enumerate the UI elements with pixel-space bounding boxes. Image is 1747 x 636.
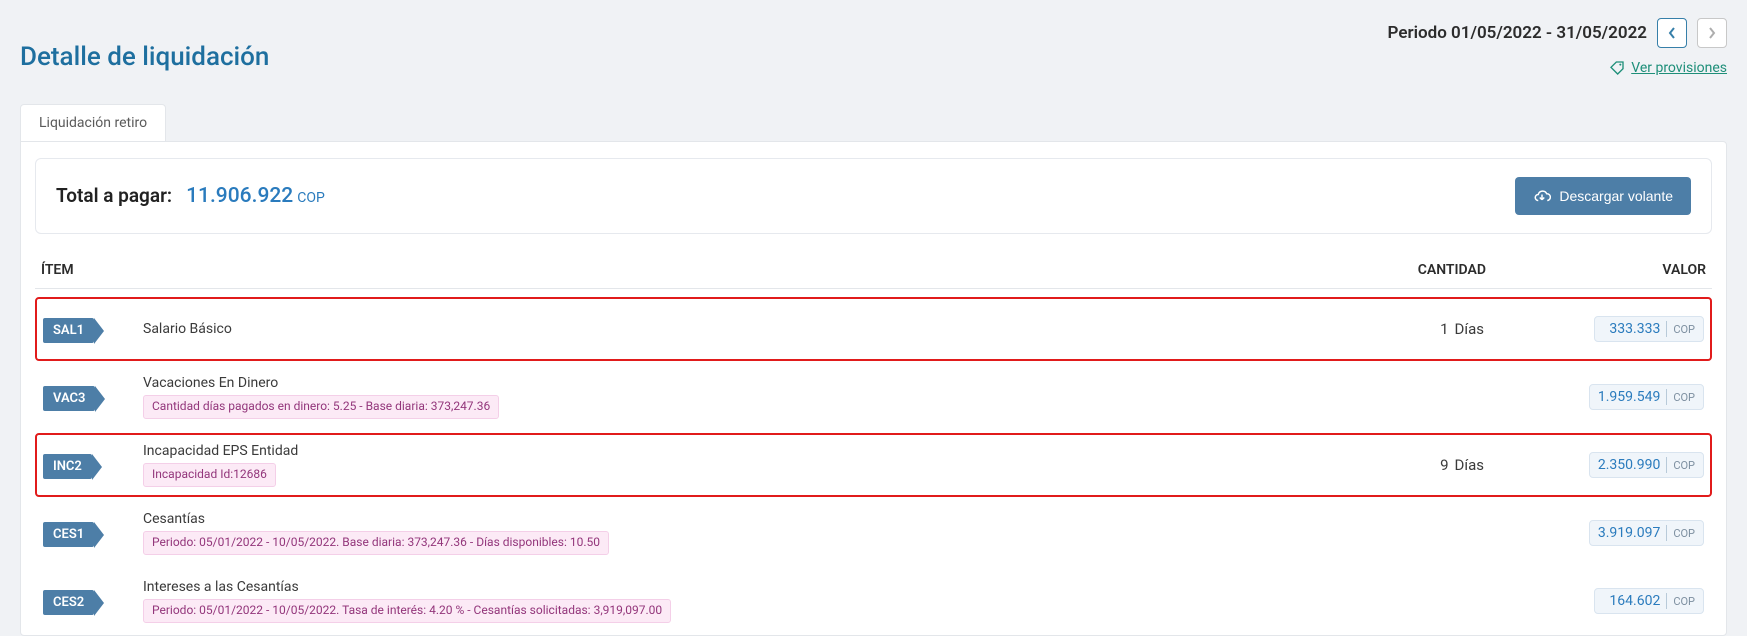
item-quantity: 1Días <box>1264 320 1484 338</box>
col-value: VALOR <box>1486 262 1706 278</box>
item-value[interactable]: 2.350.990COP <box>1589 452 1704 478</box>
table-row: CES2 Intereses a las Cesantías Periodo: 05… <box>35 569 1712 633</box>
period-label: Periodo 01/05/2022 - 31/05/2022 <box>1388 23 1647 43</box>
item-value[interactable]: 333.333COP <box>1594 316 1704 342</box>
items-table: ÍTEM CANTIDAD VALOR SAL1 Salario Básico1D… <box>35 250 1712 635</box>
period-next-button[interactable] <box>1697 18 1727 48</box>
item-value[interactable]: 3.919.097COP <box>1589 520 1704 546</box>
tab-liquidacion-retiro[interactable]: Liquidación retiro <box>20 104 166 141</box>
item-title: Intereses a las Cesantías <box>143 579 1264 595</box>
total-bar: Total a pagar: 11.906.922 COP Descargar … <box>35 158 1712 234</box>
item-code-chip: CES1 <box>43 522 94 547</box>
tag-icon <box>1609 60 1625 76</box>
item-code-chip: SAL1 <box>43 318 94 343</box>
item-code-chip: CES2 <box>43 590 94 615</box>
provisions-link-label: Ver provisiones <box>1631 60 1727 76</box>
item-code-chip: INC2 <box>43 454 92 479</box>
download-volante-label: Descargar volante <box>1559 188 1673 204</box>
item-sub-pill: Periodo: 05/01/2022 - 10/05/2022. Base d… <box>143 531 609 555</box>
total-currency: COP <box>297 190 325 206</box>
item-quantity: 9Días <box>1264 456 1484 474</box>
tabs: Liquidación retiro <box>20 104 1727 141</box>
page-title: Detalle de liquidación <box>20 42 269 72</box>
item-code-chip: VAC3 <box>43 386 95 411</box>
item-title: Salario Básico <box>143 321 1264 337</box>
provisions-link[interactable]: Ver provisiones <box>1609 60 1727 76</box>
item-value[interactable]: 1.959.549COP <box>1589 384 1704 410</box>
panel: Total a pagar: 11.906.922 COP Descargar … <box>20 141 1727 636</box>
table-row: INC2 Incapacidad EPS Entidad Incapacidad I… <box>35 433 1712 497</box>
col-item: ÍTEM <box>41 262 1266 278</box>
table-row: CES1 Cesantías Periodo: 05/01/2022 - 10/05… <box>35 501 1712 565</box>
item-sub-pill: Cantidad días pagados en dinero: 5.25 - … <box>143 395 499 419</box>
item-sub-pill: Periodo: 05/01/2022 - 10/05/2022. Tasa d… <box>143 599 671 623</box>
item-title: Vacaciones En Dinero <box>143 375 1264 391</box>
total-value: 11.906.922 <box>186 184 293 208</box>
table-row: SAL1 Salario Básico1Días 333.333COP <box>35 297 1712 361</box>
chevron-left-icon <box>1667 26 1677 40</box>
chevron-right-icon <box>1707 26 1717 40</box>
item-value[interactable]: 164.602COP <box>1594 588 1704 614</box>
table-row: VAC3 Vacaciones En Dinero Cantidad días pa… <box>35 365 1712 429</box>
item-title: Incapacidad EPS Entidad <box>143 443 1264 459</box>
col-qty: CANTIDAD <box>1266 262 1486 278</box>
download-volante-button[interactable]: Descargar volante <box>1515 177 1691 215</box>
item-title: Cesantías <box>143 511 1264 527</box>
total-label: Total a pagar: <box>56 184 172 207</box>
period-prev-button[interactable] <box>1657 18 1687 48</box>
item-sub-pill: Incapacidad Id:12686 <box>143 463 276 487</box>
cloud-download-icon <box>1533 187 1551 205</box>
